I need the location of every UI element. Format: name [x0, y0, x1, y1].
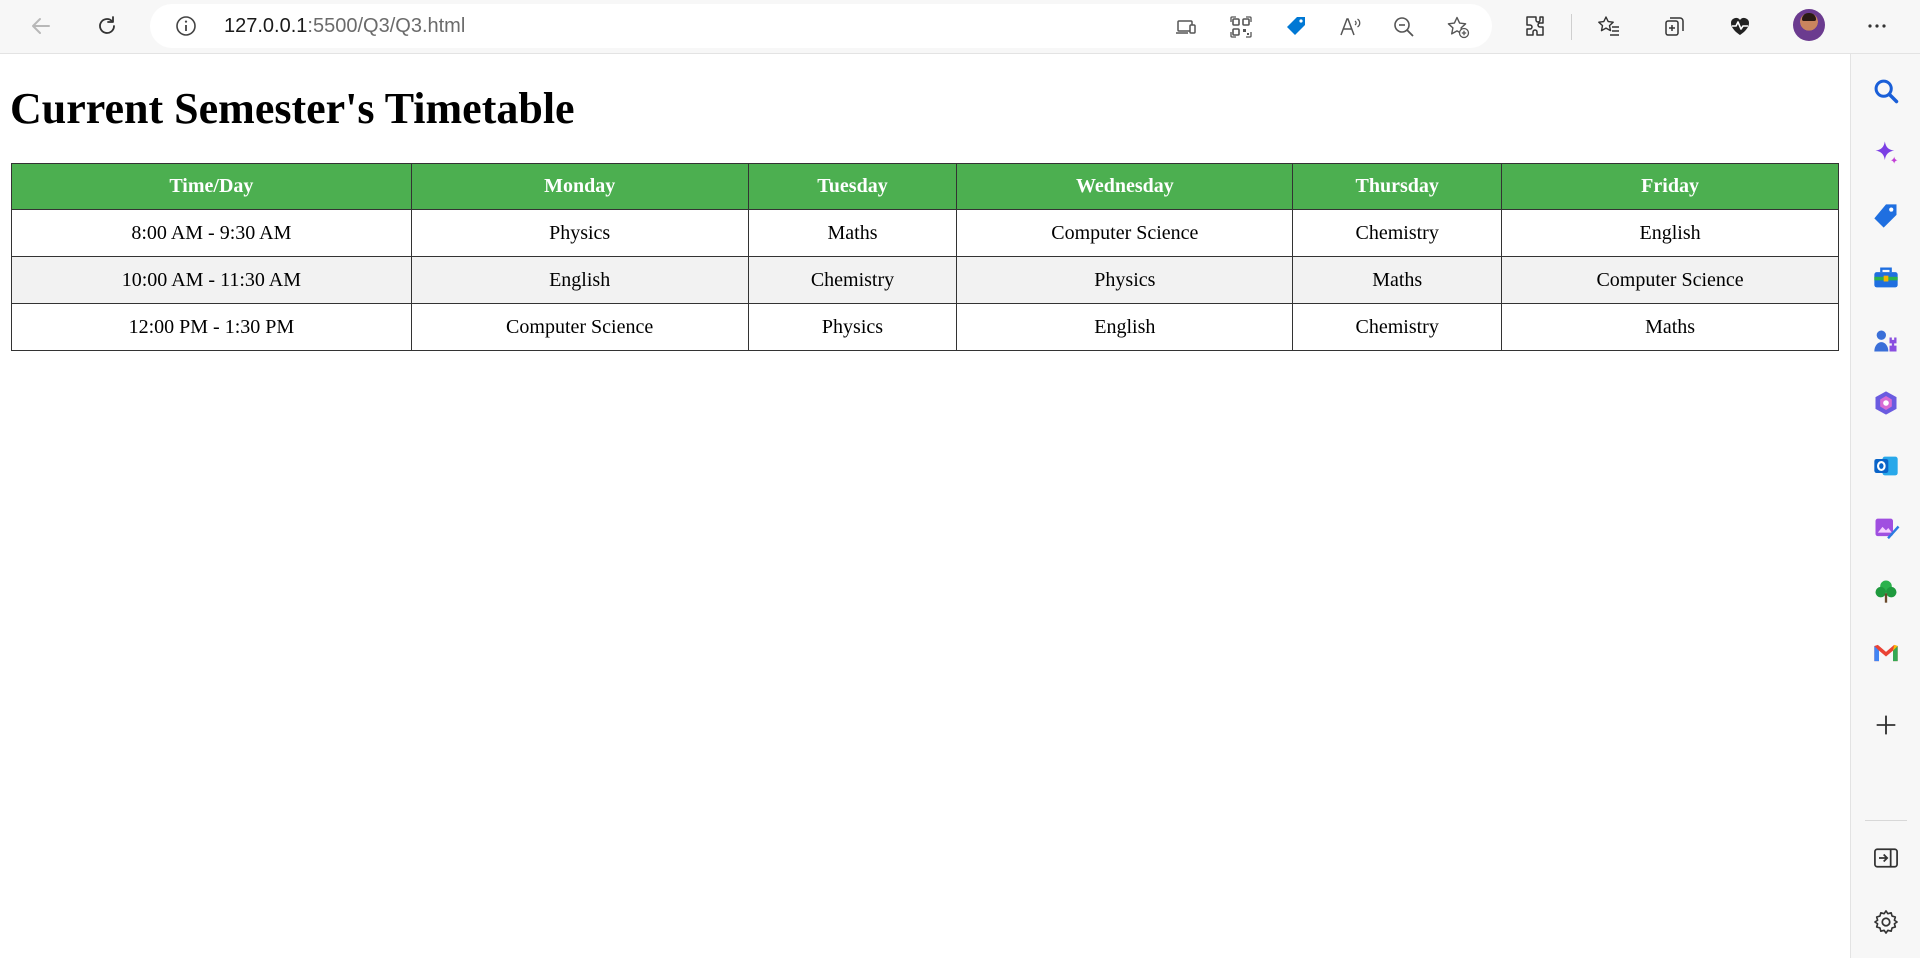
subject-cell: Chemistry	[1292, 209, 1503, 257]
subject-cell: Chemistry	[747, 256, 958, 304]
page-title: Current Semester's Timetable	[10, 84, 575, 133]
designer-icon[interactable]	[1870, 512, 1902, 544]
table-row: 12:00 PM - 1:30 PM Computer Science Phys…	[11, 303, 1839, 351]
subject-cell: Computer Science	[410, 303, 749, 351]
time-slot-cell: 12:00 PM - 1:30 PM	[11, 303, 412, 351]
browser-essentials-icon[interactable]	[1723, 9, 1757, 43]
site-info-icon[interactable]	[174, 14, 198, 38]
header-monday: Monday	[410, 163, 749, 210]
subject-cell: Physics	[956, 256, 1294, 304]
subject-cell: Maths	[1501, 303, 1839, 351]
table-row: 10:00 AM - 11:30 AM English Chemistry Ph…	[11, 256, 1839, 304]
copilot-icon[interactable]	[1870, 137, 1902, 169]
qr-code-icon[interactable]	[1227, 13, 1255, 41]
collections-icon[interactable]	[1658, 9, 1692, 43]
timetable-header-row: Time/Day Monday Tuesday Wednesday Thursd…	[11, 163, 1839, 210]
microsoft-365-icon[interactable]	[1870, 387, 1902, 419]
shopping-icon[interactable]	[1870, 200, 1902, 232]
header-thursday: Thursday	[1292, 163, 1503, 210]
sidebar-divider	[1865, 820, 1907, 821]
subject-cell: English	[956, 303, 1294, 351]
subject-cell: English	[1501, 209, 1839, 257]
add-favorite-icon[interactable]	[1444, 13, 1472, 41]
settings-icon[interactable]	[1870, 906, 1902, 938]
price-tag-icon[interactable]	[1282, 13, 1310, 41]
url-path: :5500/Q3/Q3.html	[307, 15, 466, 37]
edge-sidebar	[1850, 54, 1920, 958]
read-aloud-icon[interactable]	[1336, 13, 1364, 41]
subject-cell: Maths	[747, 209, 958, 257]
hide-sidebar-icon[interactable]	[1870, 842, 1902, 874]
timetable: Time/Day Monday Tuesday Wednesday Thursd…	[11, 163, 1839, 351]
table-row: 8:00 AM - 9:30 AM Physics Maths Computer…	[11, 209, 1839, 257]
page-content: Current Semester's Timetable Time/Day Mo…	[0, 55, 1850, 958]
subject-cell: Computer Science	[1501, 256, 1839, 304]
subject-cell: Maths	[1292, 256, 1503, 304]
header-tuesday: Tuesday	[747, 163, 958, 210]
search-icon[interactable]	[1870, 75, 1902, 107]
browser-toolbar: 127.0.0.1:5500/Q3/Q3.html	[0, 0, 1920, 54]
add-icon[interactable]	[1870, 709, 1902, 741]
favorites-icon[interactable]	[1592, 9, 1626, 43]
tree-icon[interactable]	[1870, 575, 1902, 607]
time-slot-cell: 10:00 AM - 11:30 AM	[11, 256, 412, 304]
gmail-icon[interactable]	[1870, 637, 1902, 669]
more-menu-icon[interactable]	[1860, 9, 1894, 43]
url-text[interactable]: 127.0.0.1:5500/Q3/Q3.html	[224, 15, 465, 37]
subject-cell: Physics	[410, 209, 749, 257]
url-host: 127.0.0.1	[224, 15, 308, 37]
time-slot-cell: 8:00 AM - 9:30 AM	[11, 209, 412, 257]
outlook-icon[interactable]	[1870, 450, 1902, 482]
app-available-icon[interactable]	[1172, 13, 1200, 41]
header-time-day: Time/Day	[11, 163, 412, 210]
address-bar[interactable]: 127.0.0.1:5500/Q3/Q3.html	[150, 4, 1492, 48]
header-wednesday: Wednesday	[956, 163, 1294, 210]
subject-cell: Computer Science	[956, 209, 1294, 257]
profile-avatar[interactable]	[1793, 9, 1825, 41]
refresh-icon[interactable]	[90, 9, 124, 43]
toolbar-divider	[1571, 14, 1572, 40]
tools-icon[interactable]	[1870, 262, 1902, 294]
games-icon[interactable]	[1870, 325, 1902, 357]
zoom-out-icon[interactable]	[1390, 13, 1418, 41]
header-friday: Friday	[1501, 163, 1839, 210]
subject-cell: Chemistry	[1292, 303, 1503, 351]
subject-cell: Physics	[747, 303, 958, 351]
subject-cell: English	[410, 256, 749, 304]
back-arrow-icon[interactable]	[24, 9, 58, 43]
extensions-icon[interactable]	[1519, 9, 1553, 43]
